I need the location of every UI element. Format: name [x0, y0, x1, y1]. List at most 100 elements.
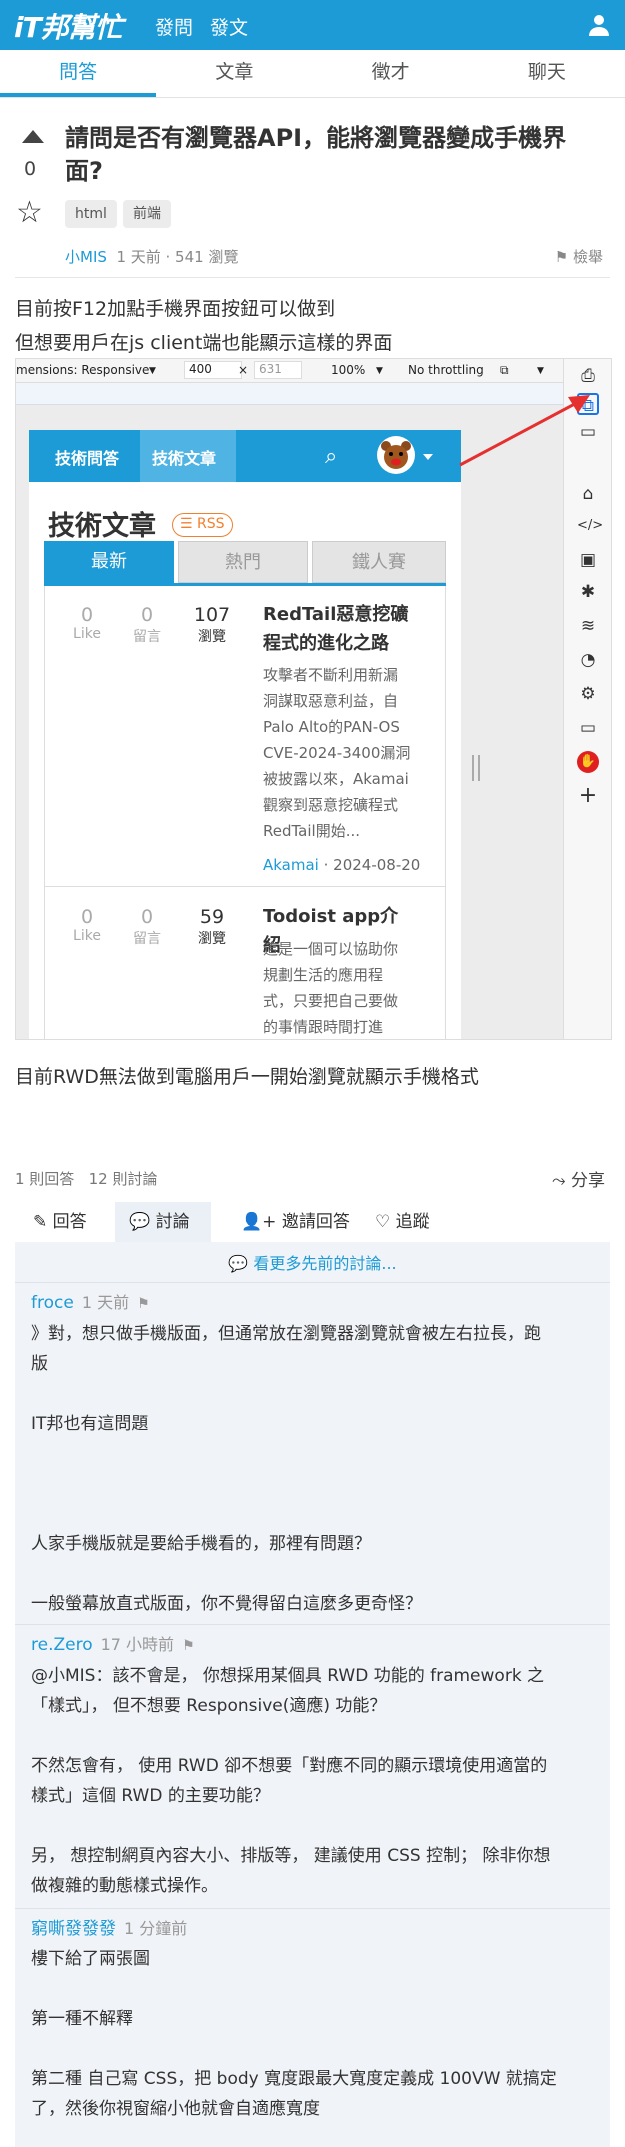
desc-line: 規劃生活的應用程 [263, 966, 384, 984]
comment-author-link[interactable]: re.Zero [31, 1635, 93, 1655]
nav-ask-link[interactable]: 發問 [155, 13, 193, 40]
share-icon: ⤳ [551, 1171, 566, 1191]
cast-icon: ⎙ [581, 366, 595, 386]
comment-line: 「樣式」， 但不想要 Responsive(適應) 功能？ [31, 1696, 387, 1716]
answer-discussion-count: 1 則回答 12 則討論 [15, 1168, 157, 1189]
more-discussions-link[interactable]: 💬 看更多先前的討論... [15, 1250, 610, 1274]
preview-post-date: ‧ 2024-08-20 [323, 856, 421, 874]
desc-line: 這是一個可以協助你 [263, 940, 399, 958]
comment-icon: 💬 [129, 1212, 151, 1232]
like-label: Like [73, 928, 101, 944]
desc-line: Palo Alto的PAN-OS [263, 718, 400, 736]
view-stat: 107 瀏覽 [189, 604, 235, 646]
view-stat: 59 瀏覽 [189, 906, 235, 948]
tag-html[interactable]: html [65, 200, 117, 228]
tag-frontend[interactable]: 前端 [123, 200, 171, 228]
comment-icon: 💬 [228, 1254, 249, 1273]
bear-avatar-icon [379, 438, 413, 472]
devtools-device-toolbar: mensions: Responsive ▼ 400 × 631 100% ▼ … [16, 359, 563, 383]
comment-line: @小MIS：該不會是， 你想採用某個具 RWD 功能的 framework 之 [31, 1666, 545, 1686]
invite-tab[interactable]: 👤+ 邀請回答 [227, 1202, 364, 1242]
user-icon[interactable] [587, 13, 611, 37]
preview-tab-ironman: 鐵人賽 [312, 541, 446, 583]
plus-icon: + [578, 783, 598, 808]
comment-time: 1 天前 [81, 1293, 130, 1312]
comment-count: 0 [140, 604, 154, 626]
site-logo[interactable]: iT邦幫忙 [14, 6, 123, 46]
preview-post-footer: Akamai ‧ 2024-08-20 [263, 856, 420, 874]
caret-down-icon: ▼ [149, 366, 156, 376]
comment-author-link[interactable]: froce [31, 1293, 74, 1313]
discuss-tab-label: 討論 [155, 1212, 190, 1232]
rotate-icon: ⧉ [500, 363, 509, 377]
comment-line [31, 1559, 601, 1589]
comment-count: 0 [140, 906, 154, 928]
comment-line: 樣式」這個 RWD 的主要功能？ [31, 1786, 270, 1806]
more-discussions-label: 看更多先前的討論... [253, 1254, 397, 1273]
divider [15, 1624, 610, 1625]
like-stat: 0 Like [67, 906, 107, 944]
caret-down-icon: ▼ [537, 366, 544, 376]
rss-label: RSS [197, 516, 225, 532]
wifi-icon: ≋ [580, 616, 596, 636]
user-plus-icon: 👤+ [241, 1212, 277, 1232]
comment-header: froce 1 天前 ⚑ [31, 1288, 601, 1319]
comment-line: 人家手機版就是要給手機看的，那裡有問題？ [31, 1534, 371, 1554]
comment-header: 窮嘶發發發 1 分鐘前 [31, 1914, 601, 1944]
report-label: 檢舉 [572, 248, 603, 266]
search-icon: ⌕ [325, 444, 338, 469]
preview-post-desc: 這是一個可以協助你 規劃生活的應用程 式，只要把自己要做 的事情跟時間打進 [263, 936, 423, 1039]
gear-icon: ⚙ [580, 684, 596, 704]
question-body-line: 但想要用戶在js client端也能顯示這樣的界面 [15, 332, 393, 354]
tab-chat[interactable]: 聊天 [469, 50, 625, 97]
flag-icon[interactable]: ⚑ [182, 1638, 195, 1654]
preview-tab-hot: 熱門 [178, 541, 308, 583]
mobile-preview-page: 技術問答 技術文章 ⌕ 技術文章 ☰ RSS 最新 熱門 鐵人賽 0 Like 0 [29, 430, 461, 1039]
tab-articles[interactable]: 文章 [156, 50, 312, 97]
category-tabs: 問答 文章 徵才 聊天 [0, 50, 625, 98]
tab-qa[interactable]: 問答 [0, 50, 157, 97]
question-meta: 小MIS 1 天前 ‧ 541 瀏覽 [65, 246, 238, 267]
comment-line [31, 2034, 601, 2064]
resize-handle [472, 755, 480, 781]
action-tabs: ✎ 回答 💬 討論 👤+ 邀請回答 ♡ 追蹤 [15, 1202, 610, 1242]
desc-line: 被披露以來，Akamai [263, 770, 409, 788]
comment-line [31, 1721, 601, 1751]
preview-post-title: RedTail惡意挖礦程式的進化之路 [263, 604, 409, 654]
share-button[interactable]: ⤳ 分享 [552, 1166, 605, 1191]
view-count: 59 [199, 906, 225, 928]
question-title: 請問是否有瀏覽器API，能將瀏覽器變成手機界面? [65, 124, 567, 185]
rss-icon: ☰ [180, 516, 193, 532]
follow-tab[interactable]: ♡ 追蹤 [361, 1202, 444, 1242]
discussion-section: 💬 看更多先前的討論... froce 1 天前 ⚑ 》對，想只做手機版面，但通常放… [15, 1242, 610, 2147]
question-author-link[interactable]: 小MIS [65, 248, 107, 266]
comment-line: 版 [31, 1354, 48, 1374]
view-label: 瀏覽 [198, 931, 226, 947]
tab-jobs[interactable]: 徵才 [313, 50, 469, 97]
flag-icon[interactable]: ⚑ [137, 1296, 150, 1312]
preview-navbar: 技術問答 技術文章 ⌕ [29, 430, 461, 482]
comment-header: re.Zero 17 小時前 ⚑ [31, 1630, 601, 1661]
preview-nav-qa: 技術問答 [55, 449, 120, 468]
comment-line: 第二種 自己寫 CSS，把 body 寬度跟最大寬度定義成 100VW 就搞定 [31, 2069, 557, 2089]
comment-line: 了，然後你視窗縮小他就會自適應寬度 [31, 2099, 320, 2119]
caret-down-icon: ▼ [376, 366, 383, 376]
nav-post-link[interactable]: 發文 [210, 13, 248, 40]
comment-label: 留言 [133, 629, 161, 645]
comment-author-link[interactable]: 窮嘶發發發 [31, 1919, 116, 1939]
star-icon[interactable]: ☆ [16, 198, 43, 228]
zoom-label: 100% [331, 363, 366, 377]
comment-line [31, 1379, 601, 1409]
discuss-tab[interactable]: 💬 討論 [115, 1202, 204, 1242]
report-link[interactable]: ⚑ 檢舉 [555, 246, 603, 267]
upvote-icon[interactable] [22, 130, 44, 143]
preview-nav-articles: 技術文章 [152, 449, 217, 468]
comment-item: 窮嘶發發發 1 分鐘前 樓下給了兩張圖 第一種不解釋 第二種 自己寫 CSS，把 … [31, 1914, 601, 2124]
flag-icon: ⚑ [554, 248, 569, 266]
like-count: 0 [80, 906, 94, 928]
question-screenshot-image[interactable]: mensions: Responsive ▼ 400 × 631 100% ▼ … [15, 358, 612, 1040]
rss-badge: ☰ RSS [172, 513, 233, 537]
answer-tab[interactable]: ✎ 回答 [19, 1202, 101, 1242]
question-time-views: 1 天前 ‧ 541 瀏覽 [116, 248, 239, 266]
top-navbar: iT邦幫忙 發問 發文 [0, 0, 625, 50]
